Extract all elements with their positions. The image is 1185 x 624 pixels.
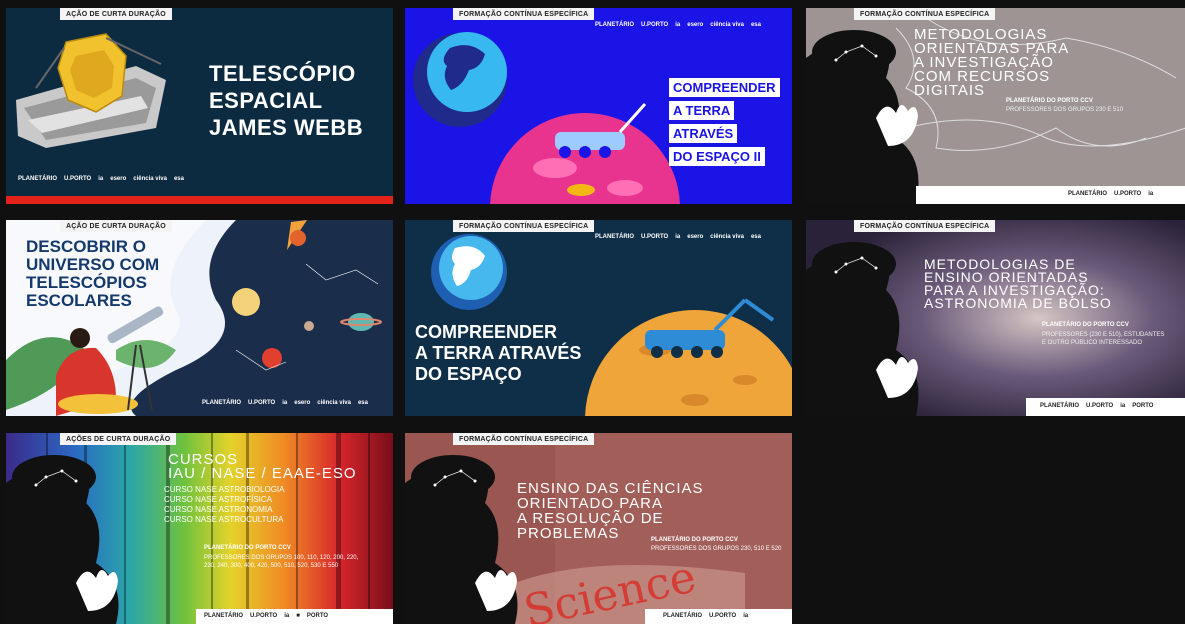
course-item: CURSO NASE ASTROFÍSICA xyxy=(164,495,273,504)
esero-logo: esero xyxy=(687,234,704,240)
organizer-label: PLANETÁRIO DO PORTO CCV xyxy=(1006,98,1093,104)
title-line: ATRAVÉS xyxy=(669,124,738,143)
card-title: TELESCÓPIO ESPACIAL JAMES WEBB xyxy=(209,61,364,140)
card-category-tag: FORMAÇÃO CONTÍNUA ESPECÍFICA xyxy=(854,8,996,20)
organizer-label: PLANETÁRIO DO PORTO CCV xyxy=(651,537,738,543)
card-category-tag: FORMAÇÃO CONTÍNUA ESPECÍFICA xyxy=(453,433,595,445)
organizer-label: PLANETÁRIO DO PORTO CCV xyxy=(1042,322,1129,328)
card-category-tag: AÇÃO DE CURTA DURAÇÃO xyxy=(60,8,172,20)
course-card-cursos-iau-nase[interactable]: AÇÕES DE CURTA DURAÇÃO CURSOS IAU / NASE… xyxy=(6,433,393,624)
partner-logos: PLANETÁRIO U.PORTO ia xyxy=(663,613,748,619)
uporto-logo: U.PORTO xyxy=(641,22,669,28)
card-title: COMPREENDER A TERRA ATRAVÉS DO ESPAÇO xyxy=(415,322,582,384)
card-title: CURSOS IAU / NASE / EAAE-ESO xyxy=(168,451,357,482)
audience-label: PROFESSORES DOS GRUPOS 100, 110, 120, 20… xyxy=(204,555,359,569)
ciencia-viva-logo: ciência viva xyxy=(710,22,744,28)
card-category-tag: FORMAÇÃO CONTÍNUA ESPECÍFICA xyxy=(453,8,595,20)
esa-logo: esa xyxy=(750,234,761,240)
course-card-james-webb[interactable]: AÇÃO DE CURTA DURAÇÃO TELESCÓPIO ESPACIA… xyxy=(6,8,393,204)
card-title: ENSINO DAS CIÊNCIAS ORIENTADO PARA A RES… xyxy=(517,480,704,542)
ciencia-viva-logo: ciência viva xyxy=(133,176,167,182)
ia-logo: ia xyxy=(282,400,288,406)
earth-and-rover-illustration xyxy=(431,234,792,416)
organizer-label: PLANETÁRIO DO PORTO CCV xyxy=(204,545,291,551)
partner-logos: PLANETÁRIO U.PORTO ia xyxy=(1068,191,1153,197)
porto-logo: PORTO xyxy=(306,613,329,619)
card-category-tag: FORMAÇÃO CONTÍNUA ESPECÍFICA xyxy=(453,220,595,232)
uporto-logo: U.PORTO xyxy=(250,613,278,619)
silhouette-with-galaxy-illustration xyxy=(806,220,1185,416)
uporto-logo: U.PORTO xyxy=(1114,191,1142,197)
ia-logo: ia xyxy=(98,176,104,182)
audience-label: PROFESSORES (230 E 510), ESTUDANTES E OU… xyxy=(1042,332,1165,346)
card-title: METODOLOGIAS DE ENSINO ORIENTADAS PARA A… xyxy=(924,256,1112,311)
esa-logo: esa xyxy=(750,22,761,28)
title-line: COMPREENDER xyxy=(669,78,780,97)
uporto-logo: U.PORTO xyxy=(1086,403,1114,409)
course-card-astronomia-de-bolso[interactable]: FORMAÇÃO CONTÍNUA ESPECÍFICA METODOLOGIA… xyxy=(806,220,1185,416)
planetario-logo: PLANETÁRIO xyxy=(1040,403,1079,409)
partner-logos: PLANETÁRIO U.PORTO ia esero ciência viva… xyxy=(18,176,184,182)
esero-logo: esero xyxy=(294,400,311,406)
ciencia-viva-logo: ciência viva xyxy=(317,400,351,406)
porto-logo: PORTO xyxy=(1132,403,1154,409)
card-title: DESCOBRIR O UNIVERSO COM TELESCÓPIOS ESC… xyxy=(26,237,160,310)
uporto-logo: U.PORTO xyxy=(248,400,276,406)
esero-logo: esero xyxy=(110,176,127,182)
partner-logos: PLANETÁRIO U.PORTO ia esero ciência viva… xyxy=(595,22,761,28)
uporto-logo: U.PORTO xyxy=(64,176,92,182)
ia-logo: ia xyxy=(743,613,749,619)
uporto-logo: U.PORTO xyxy=(709,613,737,619)
partner-logos: PLANETÁRIO U.PORTO ia ■ PORTO xyxy=(204,613,328,619)
planetario-logo: PLANETÁRIO xyxy=(204,613,243,619)
esa-logo: esa xyxy=(357,400,368,406)
course-item: CURSO NASE ASTRONOMIA xyxy=(164,505,273,514)
esero-logo: esero xyxy=(687,22,704,28)
planetario-logo: PLANETÁRIO xyxy=(595,234,634,240)
planetario-logo: PLANETÁRIO xyxy=(1068,191,1107,197)
card-category-tag: FORMAÇÃO CONTÍNUA ESPECÍFICA xyxy=(854,220,996,232)
planetario-logo: PLANETÁRIO xyxy=(18,176,57,182)
partner-logos: PLANETÁRIO U.PORTO ia PORTO xyxy=(1040,403,1153,409)
course-item: CURSO NASE ASTROCULTURA xyxy=(164,515,284,524)
title-line: A TERRA xyxy=(669,101,735,120)
esa-logo: esa xyxy=(173,176,184,182)
audience-label: PROFESSORES DOS GRUPOS 230 E 510 xyxy=(1006,107,1124,113)
planetario-logo: PLANETÁRIO xyxy=(663,613,702,619)
card-category-tag: AÇÃO DE CURTA DURAÇÃO xyxy=(60,220,172,232)
course-card-metodologias-recursos-digitais[interactable]: FORMAÇÃO CONTÍNUA ESPECÍFICA METODOLOGIA… xyxy=(806,8,1185,204)
course-card-ensino-das-ciencias[interactable]: Science FORMAÇÃO CONTÍNUA ESPECÍFICA ENS… xyxy=(405,433,792,624)
ia-logo: ia xyxy=(675,234,681,240)
title-line: DO ESPAÇO II xyxy=(669,147,765,166)
ia-logo: ia xyxy=(284,613,290,619)
ia-logo: ia xyxy=(675,22,681,28)
partner-logos: PLANETÁRIO U.PORTO ia esero ciência viva… xyxy=(595,234,761,240)
course-card-descobrir-universo[interactable]: AÇÃO DE CURTA DURAÇÃO DESCOBRIR O UNIVER… xyxy=(6,220,393,416)
partner-logos: PLANETÁRIO U.PORTO ia esero ciência viva… xyxy=(202,400,368,406)
course-list: CURSO NASE ASTROBIOLOGIA CURSO NASE ASTR… xyxy=(164,485,284,525)
uporto-logo: U.PORTO xyxy=(641,234,669,240)
card-title: COMPREENDER A TERRA ATRAVÉS DO ESPAÇO II xyxy=(669,78,780,166)
card-title: METODOLOGIAS ORIENTADAS PARA A INVESTIGA… xyxy=(914,26,1070,99)
square-logo: ■ xyxy=(296,613,300,619)
ciencia-viva-logo: ciência viva xyxy=(710,234,744,240)
audience-label: PROFESSORES DOS GRUPOS 230, 510 E 520 xyxy=(651,546,782,552)
card-category-tag: AÇÕES DE CURTA DURAÇÃO xyxy=(60,433,177,445)
planetario-logo: PLANETÁRIO xyxy=(595,22,634,28)
planetario-logo: PLANETÁRIO xyxy=(202,400,241,406)
course-item: CURSO NASE ASTROBIOLOGIA xyxy=(164,485,285,494)
ia-logo: ia xyxy=(1120,403,1126,409)
course-card-compreender-terra[interactable]: FORMAÇÃO CONTÍNUA ESPECÍFICA PLANETÁRIO … xyxy=(405,220,792,416)
course-card-compreender-terra-ii[interactable]: FORMAÇÃO CONTÍNUA ESPECÍFICA PLANETÁRIO … xyxy=(405,8,792,204)
ia-logo: ia xyxy=(1148,191,1154,197)
